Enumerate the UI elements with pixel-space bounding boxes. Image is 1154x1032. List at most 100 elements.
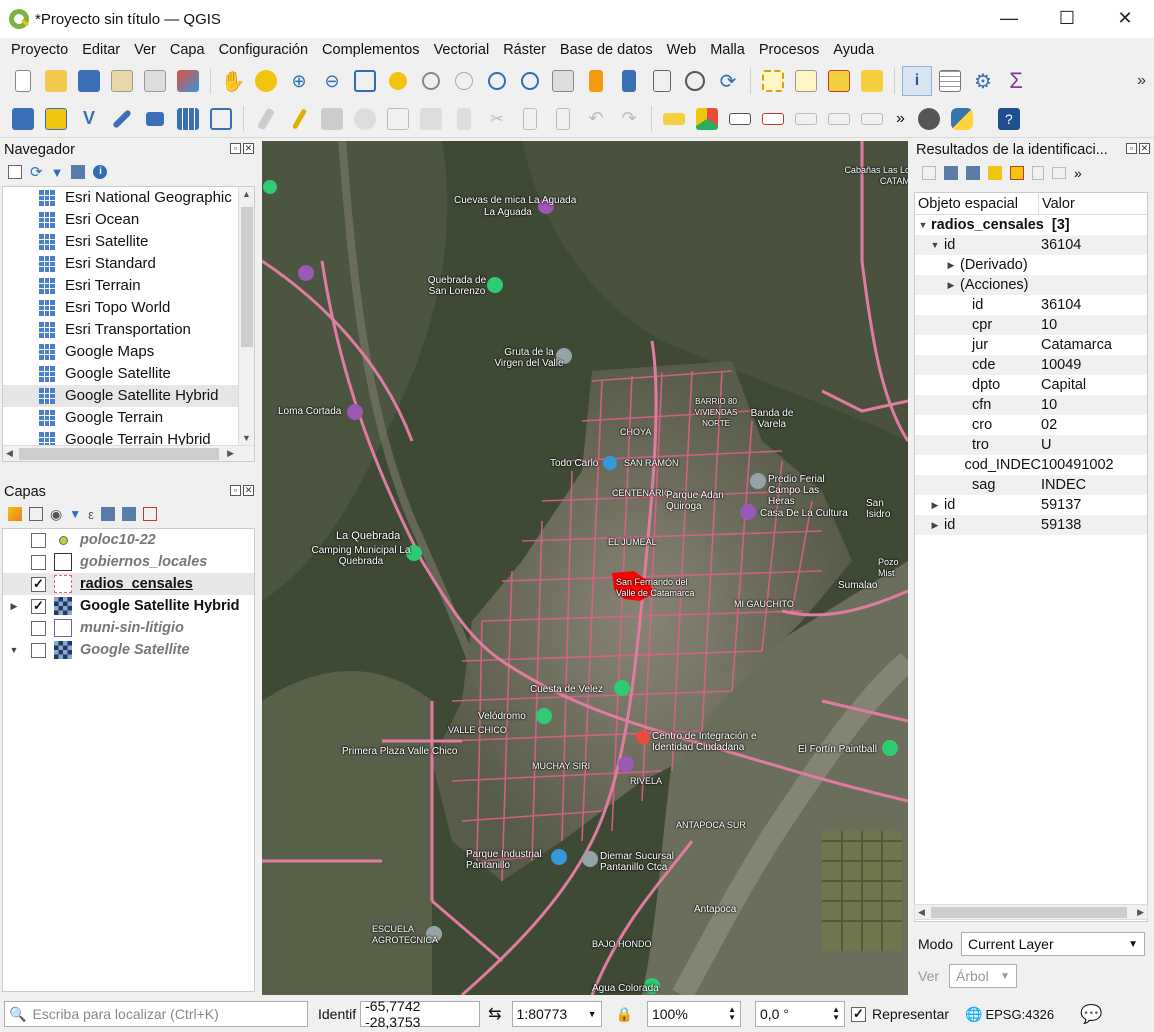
processing-toolbox-icon[interactable]: ⚙ [968,66,998,96]
deselect-layer-icon[interactable] [857,66,887,96]
float-panel-icon[interactable]: ▫ [230,143,241,154]
menu-editar[interactable]: Editar [75,42,127,58]
identify-features-icon[interactable]: i [902,66,932,96]
column-header-value[interactable]: Valor [1039,193,1075,214]
remove-layer-icon[interactable] [142,507,157,521]
menu-base-de-datos[interactable]: Base de datos [553,42,660,58]
zoom-native-icon[interactable] [449,66,479,96]
pan-hand-icon[interactable]: ✋ [218,66,248,96]
collapse-icon[interactable]: ▼ [929,235,941,255]
menu-ayuda[interactable]: Ayuda [826,42,881,58]
attribute-row[interactable]: dpto Capital [915,375,1147,395]
float-panel-icon[interactable]: ▫ [1126,143,1137,154]
style-manager-icon[interactable] [173,66,203,96]
info-icon[interactable]: i [93,165,108,179]
toolbar-overflow-icon[interactable]: » [1137,72,1146,90]
menu-malla[interactable]: Malla [703,42,752,58]
collapse-icon[interactable]: ▼ [7,645,21,655]
add-vector-layer-icon[interactable]: V [74,104,104,134]
layer-result-row[interactable]: ▼ radios_censales [3] [915,215,1147,235]
attribute-row[interactable]: cde 10049 [915,355,1147,375]
menu-raster[interactable]: Ráster [496,42,553,58]
help-icon[interactable]: ? [994,104,1024,134]
statistical-summary-icon[interactable]: Σ [1001,66,1031,96]
menu-web[interactable]: Web [660,42,704,58]
expand-icon[interactable]: ▶ [929,495,941,515]
expand-tree-icon[interactable] [944,166,958,180]
menu-capa[interactable]: Capa [163,42,212,58]
show-bookmarks-icon[interactable] [647,66,677,96]
zoom-next-icon[interactable] [515,66,545,96]
attribute-row[interactable]: cro 02 [915,415,1147,435]
expand-icon[interactable]: ▶ [7,601,21,612]
identify-toolbar-overflow-icon[interactable]: » [1074,165,1082,181]
select-by-value-icon[interactable] [791,66,821,96]
menu-configuracion[interactable]: Configuración [212,42,315,58]
python-console-icon[interactable] [947,104,977,134]
attribute-row[interactable]: ▶ (Derivado) [915,255,1147,275]
layer-visibility-checkbox[interactable] [31,554,46,570]
browser-item[interactable]: Esri Topo World [3,297,254,319]
copy-features-icon[interactable] [515,104,545,134]
coordinate-field[interactable]: -65,7742 -28,3753 [360,998,481,1030]
menu-procesos[interactable]: Procesos [752,42,826,58]
new-map-view-icon[interactable] [548,66,578,96]
browser-item-selected[interactable]: Google Satellite Hybrid [3,385,254,407]
maximize-button[interactable]: ☐ [1038,0,1096,36]
column-header-feature[interactable]: Objeto espacial [915,193,1039,214]
scale-select[interactable]: 1:80773 ▼ [511,1001,602,1027]
add-wms-layer-icon[interactable] [140,104,170,134]
layer-styling-icon[interactable] [8,507,22,521]
view-select[interactable]: Árbol ▼ [949,964,1018,988]
layer-visibility-checkbox[interactable] [31,532,46,548]
scroll-left-icon[interactable]: ◀ [918,907,925,918]
clear-results-icon[interactable] [1010,166,1024,180]
expand-icon[interactable]: ▶ [945,255,957,275]
scroll-right-icon[interactable]: ▶ [1137,907,1144,918]
layer-item[interactable]: ▼ Google Satellite [3,639,254,661]
attribute-table-icon[interactable] [935,66,965,96]
close-button[interactable]: ✕ [1096,0,1154,36]
scroll-down-icon[interactable]: ▼ [242,433,251,443]
new-3d-map-icon[interactable] [581,66,611,96]
add-selected-layers-icon[interactable] [8,165,22,179]
add-feature-icon[interactable] [350,104,380,134]
redo-icon[interactable]: ↷ [614,104,644,134]
current-edits-icon[interactable] [251,104,281,134]
zoom-to-layer-icon[interactable] [416,66,446,96]
layer-visibility-checkbox[interactable] [31,642,46,658]
add-group-icon[interactable] [29,507,43,521]
identify-horizontal-scrollbar[interactable]: ◀ ▶ [914,904,1148,920]
menu-vectorial[interactable]: Vectorial [427,42,497,58]
map-canvas[interactable]: Cuevas de mica La Aguada Quebrada de San… [262,141,908,995]
digitize-icon[interactable] [107,104,137,134]
browser-tree[interactable]: Esri National Geographic Esri Ocean Esri… [2,186,255,462]
collapse-tree-icon[interactable] [966,166,980,180]
attribute-row[interactable]: cfn 10 [915,395,1147,415]
minimize-button[interactable]: — [980,0,1038,36]
crs-button[interactable]: EPSG:4326 [985,1007,1054,1022]
deselect-all-icon[interactable] [824,66,854,96]
change-label-icon[interactable] [857,104,887,134]
filter-icon[interactable]: ▼ [51,165,64,180]
pan-to-selection-icon[interactable] [251,66,281,96]
manage-visibility-icon[interactable]: ◉ [50,506,62,523]
layer-item[interactable]: gobiernos_locales [3,551,254,573]
browser-item[interactable]: Esri Terrain [3,275,254,297]
diagram-options-icon[interactable] [692,104,722,134]
data-source-manager-icon[interactable] [8,104,38,134]
layer-visibility-checkbox[interactable] [31,620,46,636]
layer-item[interactable]: poloc10-22 [3,529,254,551]
expand-icon[interactable]: ▶ [929,515,941,535]
mode-select[interactable]: Current Layer ▼ [961,932,1146,956]
label-toolbar-icon[interactable] [659,104,689,134]
filter-legend-icon[interactable]: ▼ [69,507,81,521]
identify-results-tree[interactable]: Objeto espacial Valor ▼ radios_censales [… [914,192,1148,922]
layer-tree[interactable]: poloc10-22 gobiernos_locales ✓ radios_ce… [2,528,255,992]
expand-all-icon[interactable] [100,507,115,521]
rotation-spinbox[interactable]: 0,0 ° ▲ ▼ [754,1001,845,1027]
move-label-icon[interactable] [791,104,821,134]
refresh-icon[interactable]: ⟳ [30,163,43,181]
layer-visibility-checkbox[interactable]: ✓ [31,598,46,614]
temporal-controller-icon[interactable] [680,66,710,96]
